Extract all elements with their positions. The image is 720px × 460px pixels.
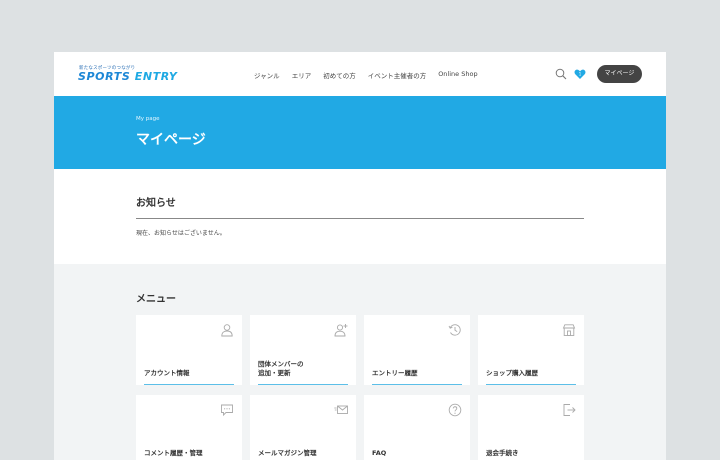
menu-card-label: ショップ購入履歴: [486, 369, 538, 378]
logout-icon: [563, 404, 576, 416]
nav-organizers[interactable]: イベント主催者の方: [368, 70, 427, 80]
news-divider: [136, 218, 584, 219]
menu-card-label: 団体メンバーの 追加・更新: [258, 360, 304, 378]
logo-word-sports: SPORTS: [78, 70, 135, 83]
menu-card-underline: [144, 383, 234, 385]
news-message: 現在、お知らせはございません。: [136, 230, 226, 237]
menu-heading: メニュー: [136, 294, 176, 305]
menu-card-shop-history[interactable]: ショップ購入履歴: [478, 315, 584, 385]
menu-card-label: FAQ: [372, 449, 387, 458]
menu-section: メニュー アカウント情報 団体メンバーの 追加・更新 エントリー履歴 ショップ購…: [54, 264, 666, 460]
logo-word-entry: ENTRY: [134, 70, 178, 83]
shop-icon: [562, 324, 576, 336]
menu-card-label: メールマガジン管理: [258, 449, 317, 458]
site-header: 新たなスポーツのつながり SPORTS ENTRY ジャンル エリア 初めての方…: [54, 52, 666, 96]
hero-subtitle: My page: [136, 116, 160, 122]
menu-card-withdraw[interactable]: 退会手続き: [478, 395, 584, 460]
nav-genre[interactable]: ジャンル: [254, 70, 280, 80]
menu-card-underline: [486, 383, 576, 385]
browser-page: 新たなスポーツのつながり SPORTS ENTRY ジャンル エリア 初めての方…: [54, 52, 666, 460]
user-icon: [221, 324, 233, 337]
mail-icon: [334, 405, 348, 414]
search-icon[interactable]: [555, 68, 567, 80]
news-section: お知らせ 現在、お知らせはございません。: [54, 169, 666, 264]
question-icon: [448, 403, 462, 417]
menu-card-group-members[interactable]: 団体メンバーの 追加・更新: [250, 315, 356, 385]
menu-card-comment-history[interactable]: コメント履歴・管理: [136, 395, 242, 460]
nav-online-shop[interactable]: Online Shop: [438, 70, 477, 80]
menu-card-label: エントリー履歴: [372, 369, 418, 378]
comment-icon: [221, 404, 233, 417]
menu-card-underline: [372, 383, 462, 385]
page-hero: My page マイページ: [54, 96, 666, 169]
site-logo[interactable]: 新たなスポーツのつながり SPORTS ENTRY: [78, 65, 177, 85]
page-title: マイページ: [136, 132, 206, 148]
favorite-count-badge: 1: [579, 71, 582, 76]
nav-beginners[interactable]: 初めての方: [323, 70, 356, 80]
logo-wordmark: SPORTS ENTRY: [78, 70, 177, 83]
mypage-button[interactable]: マイページ: [597, 65, 642, 83]
news-heading: お知らせ: [136, 198, 176, 209]
menu-card-label: コメント履歴・管理: [144, 449, 203, 458]
global-nav: ジャンル エリア 初めての方 イベント主催者の方 Online Shop: [254, 70, 490, 80]
menu-card-account[interactable]: アカウント情報: [136, 315, 242, 385]
history-clock-icon: [448, 324, 461, 336]
menu-card-underline: [258, 383, 348, 385]
menu-card-entry-history[interactable]: エントリー履歴: [364, 315, 470, 385]
menu-card-faq[interactable]: FAQ: [364, 395, 470, 460]
menu-card-newsletter[interactable]: メールマガジン管理: [250, 395, 356, 460]
menu-card-label: アカウント情報: [144, 369, 190, 378]
menu-card-label: 退会手続き: [486, 449, 519, 458]
favorite-heart-icon[interactable]: 1: [574, 68, 586, 80]
nav-area[interactable]: エリア: [292, 70, 312, 80]
add-user-icon: [334, 324, 348, 337]
